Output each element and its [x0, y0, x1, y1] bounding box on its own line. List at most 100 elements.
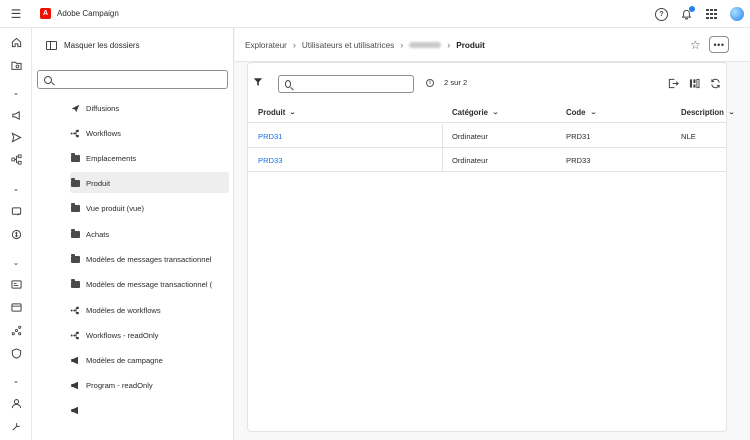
tree-item-emplacements[interactable]: Emplacements: [70, 148, 230, 168]
column-divider: [442, 148, 443, 171]
chevron-down-icon: ⌄: [589, 110, 597, 116]
megaphone-icon: [70, 381, 80, 390]
chevron-right-icon: ›: [400, 40, 404, 50]
export-icon[interactable]: [668, 78, 679, 89]
tree-item-partial[interactable]: [70, 400, 230, 420]
send-icon[interactable]: [0, 129, 32, 145]
folder-panel: Masquer les dossiers Diffusions Workflow…: [32, 28, 234, 440]
workflow-icon: [70, 306, 80, 315]
breadcrumb-users[interactable]: Utilisateurs et utilisatrices: [302, 41, 394, 50]
tree-item-produit[interactable]: Produit: [70, 173, 230, 193]
tree-item-transactional-templates[interactable]: Modèles de messages transactionnel: [70, 249, 230, 269]
tree-item-label: Workflows - readOnly: [86, 330, 159, 340]
campaign-icon[interactable]: [0, 107, 32, 123]
table-search-input[interactable]: [297, 79, 413, 89]
chevron-down-icon[interactable]: ⌄: [0, 372, 32, 388]
tree-item-label: Produit: [86, 178, 111, 188]
left-rail: ⌄ ⌄ ⌄ ⌄: [0, 28, 32, 440]
workflow-icon[interactable]: [0, 151, 32, 167]
tree-item-workflow-templates[interactable]: Modèles de workflows: [70, 300, 230, 320]
table-search-field[interactable]: [278, 75, 414, 93]
tree-item-label: Vue produit (vue): [86, 203, 144, 213]
column-header-code[interactable]: Code ⌄: [566, 108, 597, 117]
folder-icon: [70, 153, 80, 162]
apps-icon[interactable]: [705, 8, 718, 21]
audience-icon[interactable]: [0, 276, 32, 292]
megaphone-icon: [70, 356, 80, 365]
security-icon[interactable]: [0, 345, 32, 361]
list-icon[interactable]: [0, 299, 32, 315]
column-header-categorie[interactable]: Catégorie ⌄: [452, 108, 500, 117]
notifications-icon[interactable]: [680, 5, 695, 21]
refresh-icon[interactable]: [710, 78, 721, 89]
table-row[interactable]: PRD31 Ordinateur PRD31 NLE: [248, 124, 726, 148]
table-card: i 2 sur 2 Produit ⌄ Catégorie ⌄ Code ⌄ D…: [247, 62, 735, 432]
cell-code: PRD33: [566, 156, 591, 165]
workflow-icon: [70, 331, 80, 340]
search-icon: [285, 80, 292, 88]
reports-icon[interactable]: [0, 322, 32, 338]
folder-search-field[interactable]: [37, 70, 228, 89]
tree-item-label: Modèles de workflows: [86, 305, 161, 315]
breadcrumb-redacted[interactable]: [409, 42, 442, 48]
help-icon[interactable]: ?: [655, 7, 668, 21]
breadcrumb-explorer[interactable]: Explorateur: [245, 41, 287, 50]
chevron-down-icon: ⌄: [289, 110, 297, 116]
panel-icon: [46, 41, 57, 50]
more-actions-button[interactable]: •••: [709, 36, 729, 53]
info-icon[interactable]: i: [426, 79, 434, 87]
tree-item-diffusions[interactable]: Diffusions: [70, 98, 230, 118]
column-header-description[interactable]: Description ⌄: [681, 108, 735, 117]
notification-badge: [689, 5, 695, 12]
tree-item-label: Modèles de messages transactionnel: [86, 254, 212, 264]
tree-item-achats[interactable]: Achats: [70, 224, 230, 244]
column-header-produit[interactable]: Produit ⌄: [258, 108, 297, 117]
tree-item-program-readonly[interactable]: Program - readOnly: [70, 375, 230, 395]
tree-item-label: Workflows: [86, 128, 121, 138]
chevron-down-icon[interactable]: ⌄: [0, 84, 32, 100]
avatar[interactable]: [730, 7, 744, 21]
star-icon[interactable]: ☆: [690, 38, 701, 52]
filter-icon[interactable]: [253, 77, 263, 87]
menu-icon[interactable]: ☰: [0, 0, 32, 28]
tree-item-label: Modèles de message transactionnel (: [86, 279, 213, 289]
search-icon: [44, 75, 52, 84]
brand[interactable]: A Adobe Campaign: [40, 8, 119, 19]
chevron-down-icon: ⌄: [491, 110, 500, 116]
top-bar: ☰ A Adobe Campaign ?: [0, 0, 750, 28]
home-icon[interactable]: [0, 34, 32, 50]
chevron-down-icon: ⌄: [727, 110, 735, 116]
explorer-icon[interactable]: [0, 57, 32, 73]
folder-search-input[interactable]: [58, 75, 218, 84]
offer-icon[interactable]: [0, 226, 32, 242]
cell-produit[interactable]: PRD31: [258, 132, 282, 141]
table-toolbar: i 2 sur 2: [248, 73, 726, 95]
user-icon[interactable]: [0, 395, 32, 411]
folder-icon: [70, 279, 80, 288]
chevron-down-icon[interactable]: ⌄: [0, 180, 32, 196]
column-label: Produit: [258, 108, 286, 117]
chevron-right-icon: ›: [292, 40, 296, 50]
tree-item-label: Diffusions: [86, 103, 120, 113]
admin-icon[interactable]: [0, 418, 32, 434]
record-count: 2 sur 2: [444, 78, 468, 87]
tree-item-campaign-templates[interactable]: Modèles de campagne: [70, 350, 230, 370]
tree-item-label: Program - readOnly: [86, 380, 153, 390]
content-icon[interactable]: [0, 203, 32, 219]
table-header: Produit ⌄ Catégorie ⌄ Code ⌄ Description…: [248, 103, 735, 123]
columns-icon[interactable]: [689, 78, 700, 89]
cell-produit[interactable]: PRD33: [258, 156, 282, 165]
tree-item-workflows-readonly[interactable]: Workflows - readOnly: [70, 325, 230, 345]
cell-categorie: Ordinateur: [452, 132, 488, 141]
breadcrumb-bar: Explorateur › Utilisateurs et utilisatri…: [235, 28, 750, 62]
chevron-down-icon[interactable]: ⌄: [0, 254, 32, 270]
column-divider: [442, 124, 443, 147]
tree-item-workflows[interactable]: Workflows: [70, 123, 230, 143]
app-name: Adobe Campaign: [57, 9, 119, 18]
table-row[interactable]: PRD33 Ordinateur PRD33: [248, 148, 726, 172]
tree-item-vue-produit[interactable]: Vue produit (vue): [70, 198, 230, 218]
folder-icon: [70, 203, 80, 212]
hide-folders-button[interactable]: Masquer les dossiers: [46, 41, 140, 50]
folder-icon: [70, 178, 80, 187]
tree-item-transactional-template[interactable]: Modèles de message transactionnel (: [70, 274, 230, 294]
